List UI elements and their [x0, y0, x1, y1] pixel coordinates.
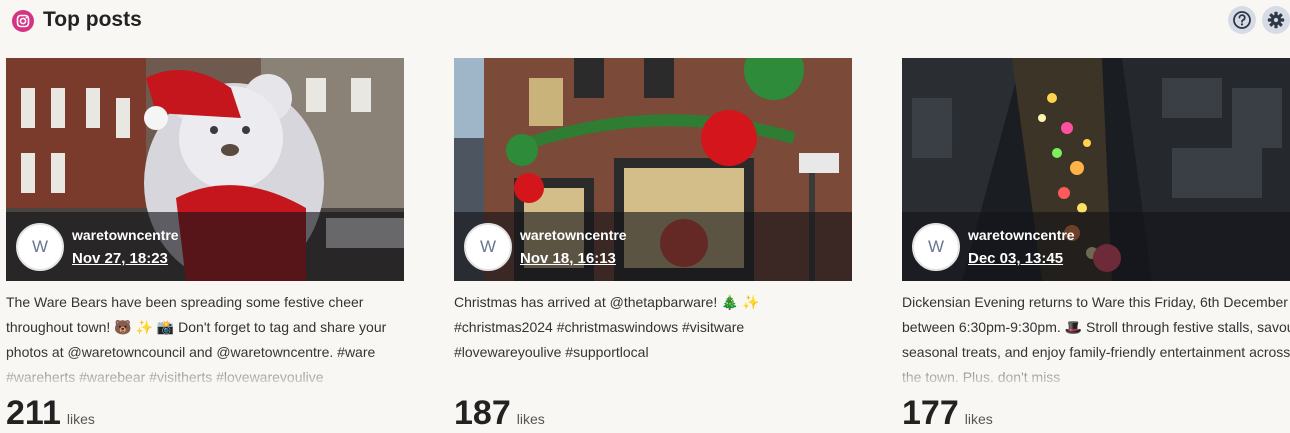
instagram-icon	[12, 10, 34, 32]
post-date-link[interactable]: Nov 27, 18:23	[72, 250, 168, 267]
help-button[interactable]	[1228, 6, 1256, 34]
post-card[interactable]: W waretowncentre Nov 18, 16:13 Christmas…	[454, 58, 852, 432]
post-caption: Dickensian Evening returns to Ware this …	[902, 294, 1290, 382]
widget-title: Top posts	[43, 8, 142, 31]
likes-label: likes	[516, 411, 545, 427]
widget-header: Top posts	[0, 0, 1290, 42]
post-image[interactable]: W waretowncentre Nov 27, 18:23	[6, 58, 404, 281]
post-card[interactable]: W waretowncentre Nov 27, 18:23 The Ware …	[6, 58, 404, 432]
likes-label: likes	[964, 411, 993, 427]
avatar[interactable]: W	[912, 223, 960, 271]
post-card[interactable]: W waretowncentre Dec 03, 13:45 Dickensia…	[902, 58, 1290, 432]
post-date-link[interactable]: Dec 03, 13:45	[968, 250, 1063, 267]
post-date-link[interactable]: Nov 18, 16:13	[520, 250, 616, 267]
post-caption: The Ware Bears have been spreading some …	[6, 294, 387, 382]
avatar[interactable]: W	[464, 223, 512, 271]
likes-count: 177 likes	[902, 394, 993, 433]
likes-number: 187	[454, 394, 511, 432]
username: waretowncentre	[72, 227, 179, 243]
settings-icon	[1267, 11, 1285, 29]
likes-number: 211	[6, 394, 61, 432]
post-caption: Christmas has arrived at @thetapbarware!…	[454, 294, 760, 360]
likes-label: likes	[66, 411, 95, 427]
avatar[interactable]: W	[16, 223, 64, 271]
settings-button[interactable]	[1262, 6, 1290, 34]
likes-count: 211 likes	[6, 394, 95, 433]
post-image[interactable]: W waretowncentre Dec 03, 13:45	[902, 58, 1290, 281]
username: waretowncentre	[520, 227, 627, 243]
username: waretowncentre	[968, 227, 1075, 243]
post-image[interactable]: W waretowncentre Nov 18, 16:13	[454, 58, 852, 281]
help-icon	[1233, 11, 1251, 29]
likes-count: 187 likes	[454, 394, 545, 433]
likes-number: 177	[902, 394, 959, 432]
